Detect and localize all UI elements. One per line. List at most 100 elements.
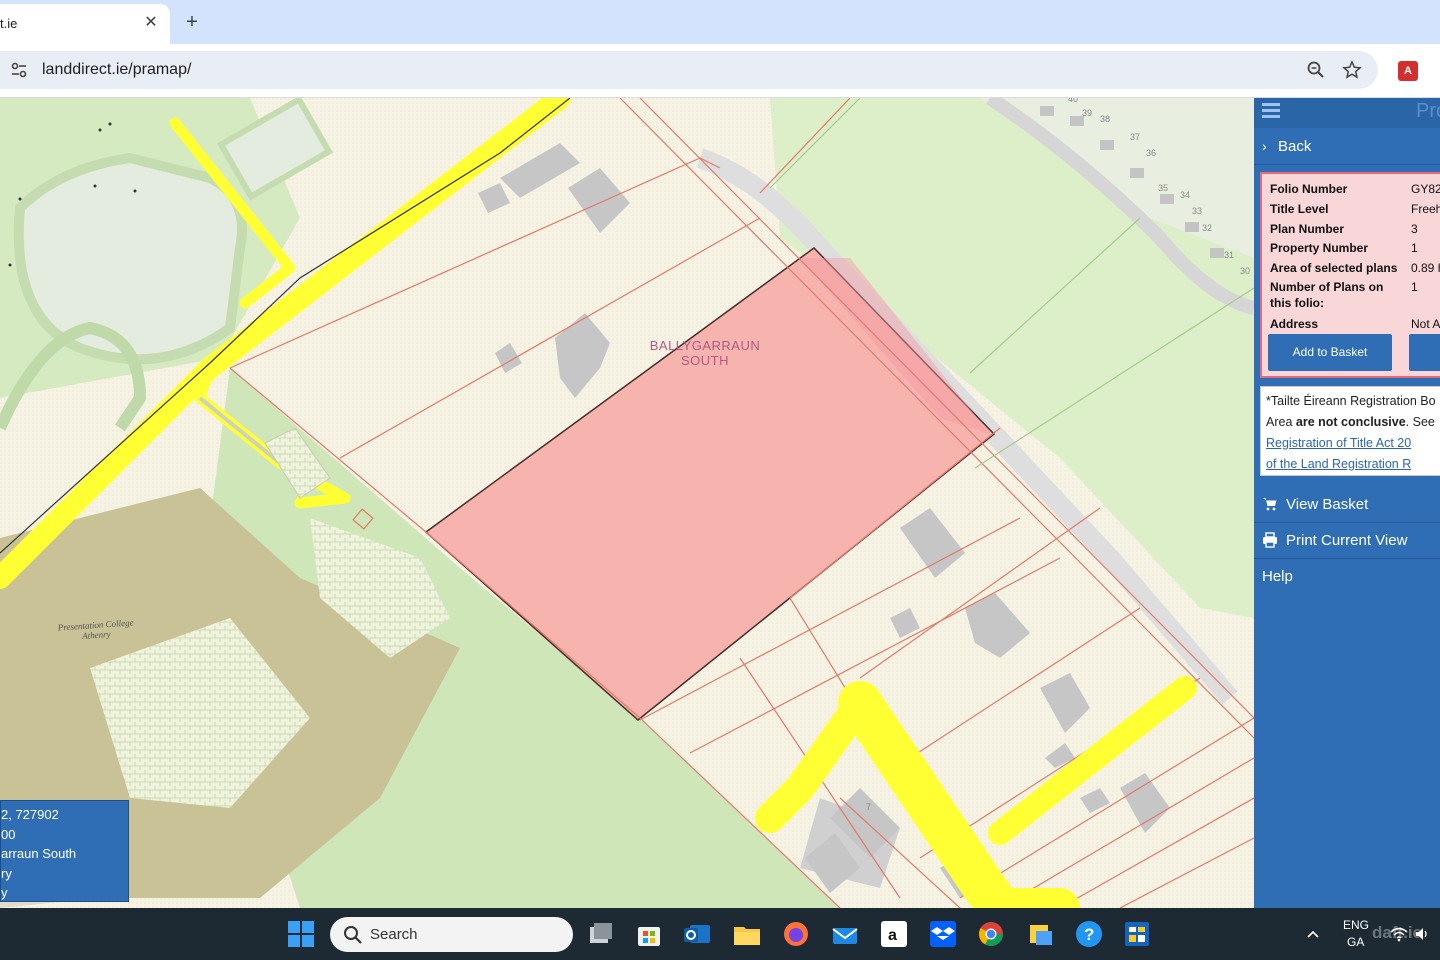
cart-icon bbox=[1263, 498, 1277, 511]
house-number: 32 bbox=[1202, 223, 1212, 233]
house-number: 30 bbox=[1240, 266, 1250, 276]
townland-label-line2: SOUTH bbox=[681, 353, 729, 368]
control-panel-icon[interactable] bbox=[1122, 919, 1152, 949]
house-number: 37 bbox=[1130, 132, 1140, 142]
registration-note: *Tailte Éireann Registration Bo Area are… bbox=[1260, 386, 1440, 476]
chevron-up-icon[interactable] bbox=[1306, 928, 1320, 940]
house-number: 40 bbox=[1068, 98, 1078, 104]
sidebar-title: Pro bbox=[1416, 100, 1440, 122]
dropbox-icon[interactable] bbox=[928, 919, 958, 949]
print-view-button[interactable]: Print Current View bbox=[1254, 524, 1440, 558]
info-key: Address bbox=[1270, 317, 1319, 331]
house-number: 36 bbox=[1146, 148, 1156, 158]
house-number: 7 bbox=[866, 802, 871, 812]
sidebar-header: Pro bbox=[1254, 98, 1440, 128]
site-info-icon[interactable] bbox=[10, 61, 28, 79]
menu-icon[interactable] bbox=[1262, 103, 1280, 119]
land-registration-rules-link[interactable]: of the Land Registration R bbox=[1266, 457, 1411, 471]
help-button[interactable]: Help bbox=[1254, 560, 1440, 594]
chrome-icon[interactable] bbox=[976, 919, 1006, 949]
coord-line: arraun South bbox=[1, 846, 77, 861]
townland-label-line1: BALLYGARRAUN bbox=[649, 338, 761, 353]
view-basket-button[interactable]: View Basket bbox=[1254, 488, 1440, 522]
townland-label: BALLYGARRAUN SOUTH bbox=[640, 338, 770, 368]
printer-icon bbox=[1263, 532, 1277, 548]
divider bbox=[1254, 164, 1440, 165]
secondary-action-button[interactable] bbox=[1409, 334, 1440, 371]
search-label: Search bbox=[370, 926, 418, 943]
back-label: Back bbox=[1278, 138, 1312, 155]
windows-start-icon[interactable] bbox=[286, 919, 316, 949]
add-to-basket-button[interactable]: Add to Basket bbox=[1268, 334, 1392, 371]
address-bar[interactable]: landdirect.ie/pramap/ bbox=[0, 51, 1378, 89]
info-key: Plan Number bbox=[1270, 222, 1345, 236]
help-app-icon[interactable]: ? bbox=[1074, 919, 1104, 949]
map-viewport[interactable]: 40 39 38 37 36 35 34 33 32 31 30 7 BALLY… bbox=[0, 98, 1254, 908]
note-line1: *Tailte Éireann Registration Bo bbox=[1266, 394, 1436, 408]
info-value: GY82 bbox=[1411, 182, 1440, 196]
info-key: Folio Number bbox=[1270, 182, 1348, 196]
house-number: 33 bbox=[1192, 206, 1202, 216]
file-explorer-icon[interactable] bbox=[732, 919, 762, 949]
amazon-icon[interactable]: a bbox=[879, 919, 909, 949]
info-value: Freeh bbox=[1411, 202, 1440, 216]
coord-line: y bbox=[1, 885, 8, 900]
browser-tab-strip: t.ie ✕ + bbox=[0, 0, 1440, 44]
language-indicator-top[interactable]: ENG bbox=[1343, 918, 1369, 932]
house-number: 31 bbox=[1224, 250, 1234, 260]
coordinate-info-box: 2, 727902 00 arraun South ry y bbox=[0, 800, 129, 902]
divider bbox=[1254, 558, 1440, 559]
outlook-icon[interactable] bbox=[682, 919, 712, 949]
pdf-extension-icon[interactable]: A bbox=[1398, 61, 1418, 81]
info-key: this folio: bbox=[1270, 296, 1324, 310]
task-view-icon[interactable] bbox=[586, 919, 616, 949]
tab-title: t.ie bbox=[0, 16, 18, 31]
note-text: . See bbox=[1405, 415, 1435, 429]
svg-text:?: ? bbox=[1084, 925, 1094, 944]
coord-line: 00 bbox=[1, 826, 16, 842]
house-number: 39 bbox=[1082, 108, 1092, 118]
windows-taskbar: Search a ? ENG GA bbox=[0, 908, 1440, 960]
print-view-label: Print Current View bbox=[1286, 532, 1408, 549]
property-sidebar: Pro › Back Folio Number GY82 Title Level… bbox=[1254, 98, 1440, 908]
browser-toolbar: landdirect.ie/pramap/ A bbox=[0, 44, 1440, 98]
info-value: Not A bbox=[1411, 317, 1440, 331]
daft-watermark: daft.ie bbox=[1372, 923, 1423, 942]
registration-act-link[interactable]: Registration of Title Act 20 bbox=[1266, 436, 1411, 450]
back-button[interactable]: › Back bbox=[1254, 132, 1440, 162]
language-indicator-bottom[interactable]: GA bbox=[1347, 935, 1364, 949]
mail-app-icon[interactable] bbox=[830, 919, 860, 949]
info-key: Title Level bbox=[1270, 202, 1329, 216]
coord-line: ry bbox=[1, 865, 12, 881]
search-icon bbox=[344, 926, 362, 944]
tab-close-icon[interactable]: ✕ bbox=[141, 13, 161, 33]
info-value: 3 bbox=[1411, 222, 1418, 236]
house-number: 38 bbox=[1100, 114, 1110, 124]
taskbar-search[interactable]: Search bbox=[330, 917, 573, 952]
new-tab-icon[interactable]: + bbox=[180, 10, 204, 34]
svg-text:a: a bbox=[888, 927, 897, 944]
bookmark-star-icon[interactable] bbox=[1342, 60, 1362, 80]
store-icon[interactable] bbox=[634, 919, 664, 949]
note-text: Area bbox=[1266, 415, 1296, 429]
firefox-icon[interactable] bbox=[781, 919, 811, 949]
note-bold: are not conclusive bbox=[1295, 415, 1406, 429]
note-line2: Area are not conclusive. See bbox=[1266, 412, 1440, 433]
help-label: Help bbox=[1262, 568, 1293, 585]
house-number: 35 bbox=[1158, 183, 1168, 193]
view-basket-label: View Basket bbox=[1286, 496, 1369, 513]
info-key: Area of selected plans bbox=[1270, 261, 1398, 275]
coord-line: 2, 727902 bbox=[1, 807, 59, 822]
info-value: 1 bbox=[1411, 280, 1418, 294]
url-text[interactable]: landdirect.ie/pramap/ bbox=[42, 61, 191, 79]
zoom-icon[interactable] bbox=[1306, 60, 1326, 80]
sports-field bbox=[13, 152, 247, 365]
map-canvas[interactable]: 40 39 38 37 36 35 34 33 32 31 30 7 bbox=[0, 98, 1254, 908]
house-number: 34 bbox=[1180, 190, 1190, 200]
divider bbox=[1254, 522, 1440, 523]
browser-tab[interactable]: t.ie ✕ bbox=[0, 4, 170, 44]
info-key: Property Number bbox=[1270, 241, 1369, 255]
info-value: 0.89 h bbox=[1411, 261, 1440, 275]
sticky-notes-icon[interactable] bbox=[1026, 919, 1056, 949]
info-key: Number of Plans on bbox=[1270, 280, 1384, 294]
